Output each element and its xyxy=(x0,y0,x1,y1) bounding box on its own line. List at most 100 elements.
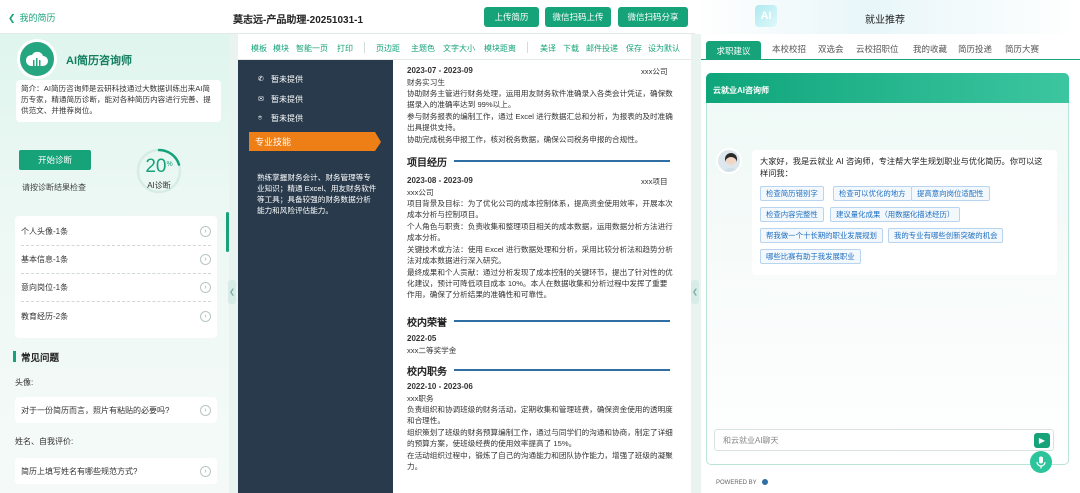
project-company: xxx公司 xyxy=(407,188,434,197)
job-line: 协助财务主管进行财务处理，运用用友财务软件准确录入各类会计凭证，确保数据录入的准… xyxy=(407,89,673,109)
honor-text: xxx二等奖学金 xyxy=(407,346,457,355)
chevron-right-icon: › xyxy=(200,282,211,293)
section-item-intended-position[interactable]: 意向岗位-1条 › xyxy=(21,274,211,302)
suggestion-chip[interactable]: 建议量化成果（用数据化描述经历） xyxy=(830,207,961,222)
project-name: xxx项目 xyxy=(641,177,668,186)
send-button[interactable]: ▶ xyxy=(1034,433,1050,448)
toolbar-smart-one-page[interactable]: 智能一页 xyxy=(296,43,328,54)
section-divider xyxy=(454,369,670,371)
section-item-label: 意向岗位-1条 xyxy=(21,283,69,292)
toolbar-theme-color[interactable]: 主题色 xyxy=(411,43,435,54)
scrollbar-thumb[interactable] xyxy=(226,212,229,252)
job-date: 2023-07 - 2023-09 xyxy=(407,66,473,75)
back-link-label: 我的简历 xyxy=(19,13,56,23)
tab-campus-recruit[interactable]: 本校校招 xyxy=(772,43,806,55)
tab-resume-contest[interactable]: 简历大赛 xyxy=(1005,43,1039,55)
job-org: xxx公司 xyxy=(641,67,668,76)
contact-location: ⌾ 暂未提供 xyxy=(258,113,303,124)
job-line: 参与财务报表的编制工作，通过 Excel 进行数据汇总和分析，为报表的及时准确出… xyxy=(407,112,673,132)
section-divider xyxy=(454,320,670,322)
campus-line: 在活动组织过程中，锻炼了自己的沟通能力和团队协作能力，增强了班级的凝聚力。 xyxy=(407,451,673,471)
contact-value: 暂未提供 xyxy=(271,95,303,104)
toolbar-separator xyxy=(364,42,365,53)
chevron-right-icon: › xyxy=(200,254,211,265)
assistant-message: 大家好，我是云就业 AI 咨询师，专注帮大学生规划职业与优化简历。你可以这样问我… xyxy=(752,150,1057,275)
campus-line: 组织策划了班级的财务预算编制工作，通过与同学们的沟通和协商，制定了详细的预算方案… xyxy=(407,428,673,448)
suggestion-chip[interactable]: 哪些比赛有助于我发展职业 xyxy=(760,249,861,264)
toolbar-download[interactable]: 下载 xyxy=(563,43,579,54)
bot-avatar xyxy=(716,148,742,174)
faq-question[interactable]: 对于一份简历而言，照片有粘贴的必要吗? › xyxy=(15,397,217,423)
chevron-left-icon: ❮ xyxy=(229,289,235,296)
wechat-scan-upload-button[interactable]: 微信扫码上传 xyxy=(545,7,611,27)
chevron-right-icon: › xyxy=(200,404,211,416)
chat-input[interactable]: 和云就业AI聊天 xyxy=(714,429,1054,451)
section-heading-honors: 校内荣誉 xyxy=(407,318,447,329)
contact-email: ✉ 暂未提供 xyxy=(258,94,303,105)
toolbar-set-default[interactable]: 设为默认 xyxy=(648,43,680,54)
suggestion-chip[interactable]: 我的专业有哪些创新突破的机会 xyxy=(888,228,1004,243)
faq-question-text: 简历上填写姓名有哪些规范方式? xyxy=(21,466,138,476)
collapse-left-handle[interactable]: ❮ xyxy=(228,280,236,304)
toolbar-email-send[interactable]: 邮件投递 xyxy=(586,43,618,54)
suggestion-chip[interactable]: 提高意向岗位适配性 xyxy=(911,186,990,201)
job-role: 财务实习生 xyxy=(407,78,445,87)
start-diagnosis-button[interactable]: 开始诊断 xyxy=(19,150,91,170)
toolbar-margins[interactable]: 页边距 xyxy=(376,43,400,54)
faq-question-text: 对于一份简历而言，照片有粘贴的必要吗? xyxy=(21,405,170,415)
toolbar-separator xyxy=(527,42,528,53)
faq-question[interactable]: 简历上填写姓名有哪些规范方式? › xyxy=(15,458,217,484)
suggestion-chip[interactable]: 检查可以优化的地方 xyxy=(833,186,912,201)
collapse-right-handle[interactable]: ❮ xyxy=(691,280,699,304)
faq-category: 姓名、自我评价: xyxy=(15,437,74,446)
tab-job-fair[interactable]: 双选会 xyxy=(818,43,844,55)
skills-heading: 专业技能 xyxy=(249,132,381,151)
section-item-label: 基本信息-1条 xyxy=(21,255,69,264)
toolbar-modules[interactable]: 模块 xyxy=(273,43,289,54)
toolbar-save[interactable]: 保存 xyxy=(626,43,642,54)
suggestion-chip[interactable]: 检查内容完整性 xyxy=(760,207,824,222)
toolbar-module-spacing[interactable]: 模块距离 xyxy=(484,43,516,54)
toolbar-print[interactable]: 打印 xyxy=(337,43,353,54)
email-icon: ✉ xyxy=(258,96,264,103)
toolbar-font-size[interactable]: 文字大小 xyxy=(443,43,475,54)
section-item-education[interactable]: 教育经历-2条 › xyxy=(21,302,211,330)
cloud-avatar-icon xyxy=(17,39,57,79)
chevron-left-icon: ❮ xyxy=(692,289,698,296)
campus-role: xxx职务 xyxy=(407,394,434,403)
tab-resume-delivery[interactable]: 简历投递 xyxy=(958,43,992,55)
chat-title: 云就业AI咨询师 xyxy=(706,73,1069,103)
diagnosis-score: 20% xyxy=(134,156,184,178)
microphone-icon xyxy=(1036,456,1046,468)
tab-cloud-jobs[interactable]: 云校招职位 xyxy=(856,43,899,55)
suggestion-chip[interactable]: 检查简历错别字 xyxy=(760,186,824,201)
job-line: 协助完成税务申报工作，核对税务数据，确保公司税务申报的合规性。 xyxy=(407,135,643,144)
faq-title: 常见问题 xyxy=(21,353,60,364)
contact-value: 暂未提供 xyxy=(271,75,303,84)
toolbar-translate[interactable]: 美译 xyxy=(540,43,556,54)
upload-resume-button[interactable]: 上传简历 xyxy=(484,7,539,27)
ai-logo-icon: AI xyxy=(755,5,777,27)
tab-job-advice[interactable]: 求职建议 xyxy=(706,41,761,60)
wechat-scan-share-button[interactable]: 微信扫码分享 xyxy=(618,7,688,27)
contact-phone: ✆ 暂未提供 xyxy=(258,74,303,85)
toolbar-template[interactable]: 模板 xyxy=(251,43,267,54)
powered-by: POWERED BY xyxy=(716,479,769,486)
back-link[interactable]: ❮ 我的简历 xyxy=(8,11,56,24)
section-item-avatar[interactable]: 个人头像-1条 › xyxy=(21,218,211,246)
phone-icon: ✆ xyxy=(258,76,264,83)
score-unit: % xyxy=(166,161,173,168)
microphone-button[interactable] xyxy=(1030,451,1052,473)
tab-favorites[interactable]: 我的收藏 xyxy=(913,43,947,55)
diagnosis-hint: 请按诊断结果检查 xyxy=(22,183,86,192)
section-heading-projects: 项目经历 xyxy=(407,158,447,169)
section-item-basic-info[interactable]: 基本信息-1条 › xyxy=(21,246,211,274)
suggestion-chip[interactable]: 帮我做一个十长期的职业发展规划 xyxy=(760,228,883,243)
chevron-right-icon: › xyxy=(200,226,211,237)
faq-accent-bar xyxy=(13,351,16,362)
location-icon: ⌾ xyxy=(258,115,263,122)
section-item-label: 教育经历-2条 xyxy=(21,311,69,321)
project-line: 关键技术或方法：使用 Excel 进行数据处理和分析，采用比较分析法和趋势分析法… xyxy=(407,245,673,265)
skills-heading-text: 专业技能 xyxy=(255,137,292,147)
faq-category: 头像: xyxy=(15,378,34,387)
